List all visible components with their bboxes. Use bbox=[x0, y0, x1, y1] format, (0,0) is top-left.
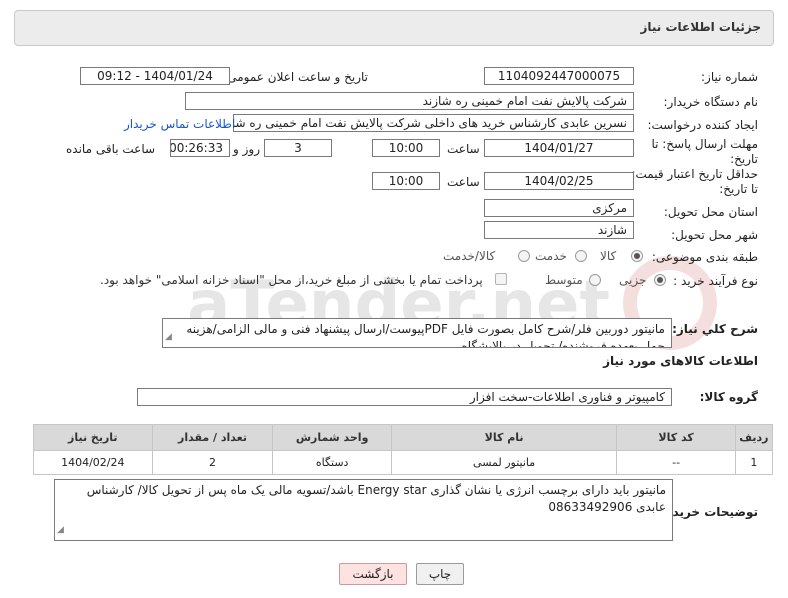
validity-date-field: 1404/02/25 bbox=[484, 172, 634, 190]
back-button[interactable]: بازگشت bbox=[339, 563, 407, 585]
city-label: شهر محل تحویل: bbox=[671, 228, 758, 242]
buyer-contact-link[interactable]: اطلاعات تماس خریدار bbox=[124, 117, 235, 131]
buyer-notes-textarea: مانیتور باید دارای برچسب انرژی یا نشان گ… bbox=[54, 479, 673, 541]
category-option-goods: کالا bbox=[600, 249, 617, 263]
cell-item-code: -- bbox=[616, 450, 736, 475]
validity-label-1: حداقل تاریخ اعتبار قیمت: bbox=[631, 167, 758, 181]
print-button[interactable]: چاپ bbox=[416, 563, 464, 585]
validity-time-field: 10:00 bbox=[372, 172, 440, 190]
goods-group-label: گروه کالا: bbox=[699, 390, 758, 404]
creator-label: ایجاد کننده درخواست: bbox=[647, 118, 758, 132]
goods-group-field: کامپیوتر و فناوری اطلاعات-سخت افزار bbox=[137, 388, 672, 406]
table-row: 1 -- مانیتور لمسی دستگاه 2 1404/02/24 bbox=[33, 450, 774, 475]
deadline-time-field: 10:00 bbox=[372, 139, 440, 157]
col-header-item-code: کد کالا bbox=[616, 424, 736, 451]
buyer-notes-text: مانیتور باید دارای برچسب انرژی یا نشان گ… bbox=[86, 483, 666, 514]
deadline-date-field: 1404/01/27 bbox=[484, 139, 634, 157]
process-radio-medium[interactable] bbox=[589, 274, 601, 286]
category-option-both: کالا/خدمت bbox=[443, 249, 496, 263]
description-label: شرح کلي نياز: bbox=[672, 322, 758, 336]
col-header-quantity: تعداد / مقدار bbox=[151, 424, 274, 451]
category-radio-goods[interactable] bbox=[631, 250, 643, 262]
col-header-need-date: تاریخ نیاز bbox=[33, 424, 153, 451]
col-header-unit: واحد شمارش bbox=[272, 424, 392, 451]
remaining-time-label: ساعت باقی مانده bbox=[66, 142, 156, 156]
category-radio-service[interactable] bbox=[575, 250, 587, 262]
col-header-row-number: ردیف bbox=[734, 424, 774, 451]
resize-grip-icon[interactable]: ◢ bbox=[57, 522, 64, 539]
validity-time-label: ساعت bbox=[447, 175, 480, 189]
table-header-row: ردیف کد کالا نام کالا واحد شمارش تعداد /… bbox=[33, 424, 774, 451]
announce-field: 1404/01/24 - 09:12 bbox=[80, 67, 230, 85]
deadline-days-label: روز و bbox=[233, 142, 260, 156]
goods-table: ردیف کد کالا نام کالا واحد شمارش تعداد /… bbox=[33, 424, 774, 475]
treasury-payment-checkbox[interactable] bbox=[495, 273, 507, 285]
remaining-time-field: 00:26:33 bbox=[170, 139, 230, 157]
process-option-minor: جزیی bbox=[619, 273, 647, 287]
buyer-org-field: شرکت پالایش نفت امام خمینی ره شازند bbox=[185, 92, 634, 110]
process-option-medium: متوسط bbox=[545, 273, 583, 287]
validity-label-2: تا تاریخ: bbox=[719, 182, 758, 196]
treasury-payment-note: پرداخت تمام یا بخشی از مبلغ خرید،از محل … bbox=[100, 273, 483, 287]
cell-row-number: 1 bbox=[734, 450, 774, 475]
cell-unit: دستگاه bbox=[272, 450, 392, 475]
process-radio-minor[interactable] bbox=[654, 274, 666, 286]
description-text: مانیتور دوربین فلر/شرح کامل بصورت فایل P… bbox=[186, 322, 665, 348]
resize-grip-icon[interactable]: ◢ bbox=[165, 329, 172, 346]
need-number-label: شماره نیاز: bbox=[701, 70, 758, 84]
deadline-label-2: تاریخ: bbox=[730, 152, 758, 166]
category-option-service: خدمت bbox=[535, 249, 567, 263]
city-field: شازند bbox=[484, 221, 634, 239]
description-textarea: مانیتور دوربین فلر/شرح کامل بصورت فایل P… bbox=[162, 318, 672, 348]
province-field: مرکزی bbox=[484, 199, 634, 217]
process-label: نوع فرآیند خرید : bbox=[673, 274, 758, 288]
buyer-org-label: نام دستگاه خریدار: bbox=[663, 95, 759, 109]
province-label: استان محل تحویل: bbox=[663, 205, 758, 219]
announce-label: تاریخ و ساعت اعلان عمومی: bbox=[223, 70, 368, 84]
cell-need-date: 1404/02/24 bbox=[33, 450, 153, 475]
creator-field: نسرین عابدی کارشناس خرید های داخلی شرکت … bbox=[233, 114, 634, 132]
col-header-item-name: نام کالا bbox=[390, 424, 618, 451]
cell-quantity: 2 bbox=[151, 450, 274, 475]
need-number-field: 1104092447000075 bbox=[484, 67, 634, 85]
cell-item-name: مانیتور لمسی bbox=[390, 450, 618, 475]
page-header: جزئیات اطلاعات نیاز bbox=[14, 10, 774, 46]
goods-info-title: اطلاعات کالاهای مورد نیاز bbox=[603, 354, 758, 368]
page-title: جزئیات اطلاعات نیاز bbox=[640, 20, 761, 34]
deadline-label-1: مهلت ارسال پاسخ: تا bbox=[651, 137, 758, 151]
category-label: طبقه بندی موضوعی: bbox=[651, 250, 758, 264]
deadline-days-field: 3 bbox=[264, 139, 332, 157]
deadline-time-label: ساعت bbox=[447, 142, 480, 156]
category-radio-both[interactable] bbox=[518, 250, 530, 262]
